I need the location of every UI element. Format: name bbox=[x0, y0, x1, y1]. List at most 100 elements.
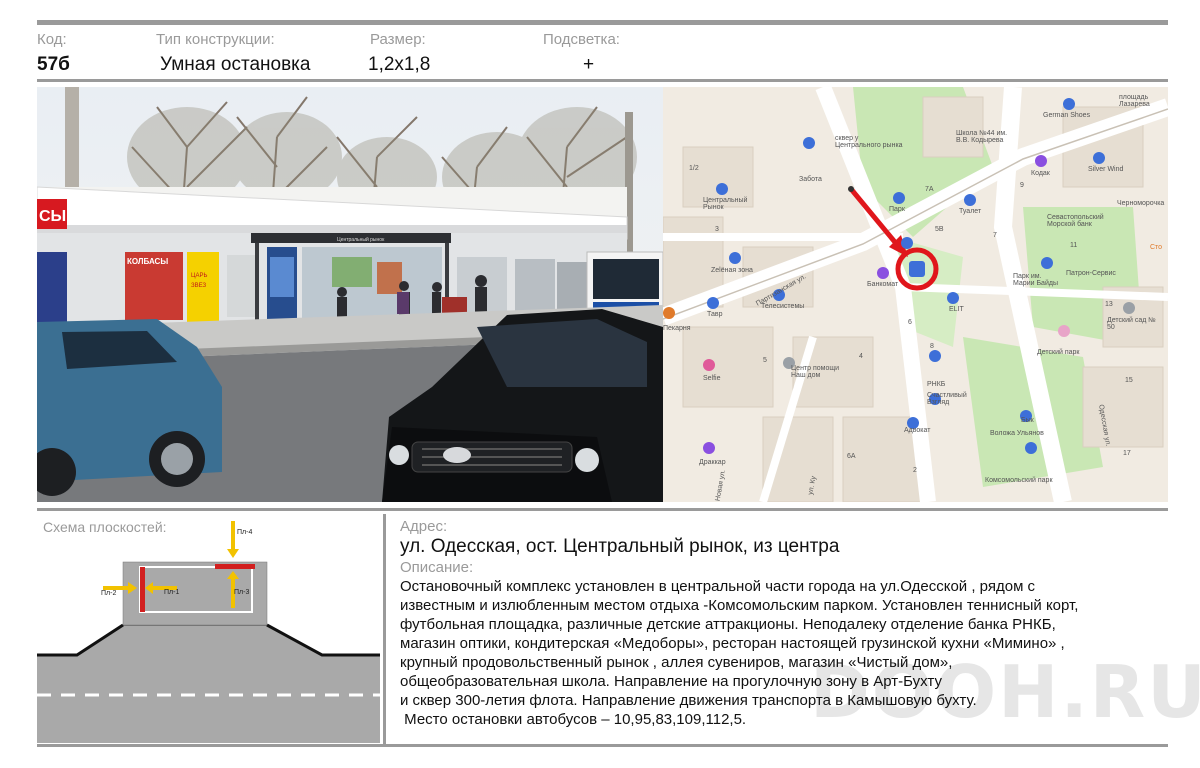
map-pin-icon bbox=[947, 292, 959, 304]
map-label: Адвокат bbox=[904, 427, 931, 434]
top-rule bbox=[37, 20, 1168, 25]
house-number: 5B bbox=[935, 226, 944, 233]
map-label: Бык bbox=[1021, 417, 1034, 424]
map-pin-icon bbox=[1041, 257, 1053, 269]
map-label: Детский сад № 50 bbox=[1107, 317, 1156, 331]
svg-text:Центральный рынок: Центральный рынок bbox=[337, 236, 385, 243]
type-label: Тип конструкции: bbox=[156, 31, 275, 48]
house-number: 15 bbox=[1125, 377, 1133, 384]
map-label: Центральный Рынок bbox=[703, 197, 748, 211]
map-label: Пекарня bbox=[663, 325, 691, 332]
map-label: Туалет bbox=[959, 208, 982, 215]
map-pin-icon bbox=[716, 183, 728, 195]
map-label: Парк bbox=[889, 206, 905, 213]
map-label: Драккар bbox=[699, 459, 726, 466]
description-label: Описание: bbox=[400, 559, 474, 576]
map-pin-icon bbox=[893, 192, 905, 204]
map-pin-icon bbox=[877, 267, 889, 279]
map-label: Черноморочка bbox=[1117, 200, 1165, 207]
description-line: магазин оптики, кондитерская «Медоборы»,… bbox=[400, 635, 1065, 652]
code-value: 57б bbox=[37, 54, 70, 75]
map-label: Парк им. Марии Байды bbox=[1013, 273, 1058, 287]
house-number: 8 bbox=[930, 343, 934, 350]
svg-text:КОЛБАСЫ: КОЛБАСЫ bbox=[127, 257, 168, 266]
code-label: Код: bbox=[37, 31, 67, 48]
map-pin-icon bbox=[1058, 325, 1070, 337]
map-label: German Shoes bbox=[1043, 112, 1091, 119]
map-label: площадь Лазарева bbox=[1119, 94, 1150, 108]
map-label: сквер у Центрального рынка bbox=[835, 135, 903, 149]
svg-text:ЗВЕЗ: ЗВЕЗ bbox=[191, 283, 206, 289]
info-block: Адрес: ул. Одесская, ост. Центральный ры… bbox=[400, 518, 1190, 729]
map-pin-icon bbox=[964, 194, 976, 206]
house-number: 1/2 bbox=[689, 165, 699, 172]
map-label: ELIT bbox=[949, 306, 964, 313]
house-number: 3 bbox=[715, 226, 719, 233]
map-label: Банкомат bbox=[867, 281, 899, 288]
house-number: 7 bbox=[993, 232, 997, 239]
description-line: Место остановки автобусов – 10,95,83,109… bbox=[400, 711, 747, 728]
plane-label-4: Пл-4 bbox=[237, 529, 253, 536]
description-line: известным и излюбленным местом отдыха -К… bbox=[400, 597, 1079, 614]
size-label: Размер: bbox=[370, 31, 426, 48]
house-number: 6 bbox=[908, 319, 912, 326]
address-label: Адрес: bbox=[400, 518, 448, 535]
address-value: ул. Одесская, ост. Центральный рынок, из… bbox=[400, 536, 840, 557]
description-line: крупный продовольственный рынок , аллея … bbox=[400, 654, 953, 671]
map-label: Детский парк bbox=[1037, 349, 1080, 356]
map-illustration bbox=[663, 87, 1168, 502]
map-pin-icon bbox=[663, 307, 675, 319]
map-label: Школа №44 им. В.В. Кодырева bbox=[956, 130, 1008, 144]
map-label: Zelёная зона bbox=[711, 267, 753, 274]
map-label: Кодак bbox=[1031, 170, 1050, 177]
house-number: 9 bbox=[1020, 182, 1024, 189]
car-logo-icon bbox=[443, 447, 471, 463]
type-value: Умная остановка bbox=[160, 54, 311, 75]
plane-label-3: Пл-3 bbox=[234, 589, 250, 596]
map-label: Воложа Ульянов bbox=[990, 430, 1044, 437]
map-label: Сто bbox=[1150, 244, 1163, 251]
planes-scheme: Схема плоскостей: Пл-1 Пл-2 Пл-3 Пл-4 bbox=[37, 513, 380, 743]
description-line: общеобразовательная школа. Направление н… bbox=[400, 673, 942, 690]
map-pin-icon bbox=[1025, 442, 1037, 454]
map-pin-icon bbox=[729, 252, 741, 264]
light-label: Подсветка: bbox=[543, 31, 620, 48]
street-photo: СЫ КОЛБАСЫ ЦАРЬ ЗВЕЗ Центральный рынок bbox=[37, 87, 663, 502]
map-pin-icon bbox=[703, 442, 715, 454]
description-line: Остановочный комплекс установлен в центр… bbox=[400, 578, 1036, 595]
plane-label-1: Пл-1 bbox=[164, 589, 180, 596]
description-line: и сквер 300-летия флота. Направление дви… bbox=[400, 692, 977, 709]
map-pin-icon bbox=[803, 137, 815, 149]
map-pin-icon bbox=[929, 350, 941, 362]
map-label: Забота bbox=[799, 176, 822, 183]
svg-text:СЫ: СЫ bbox=[39, 208, 66, 225]
house-number: 5 bbox=[763, 357, 767, 364]
light-value: + bbox=[583, 54, 595, 75]
map-label: Телесистемы bbox=[761, 303, 805, 310]
map-label: РНКБ bbox=[927, 381, 946, 388]
house-number: 4 bbox=[859, 353, 863, 360]
house-number: 2 bbox=[913, 467, 917, 474]
map-label: Selfie bbox=[703, 375, 721, 382]
map-label: Тавр bbox=[707, 311, 723, 318]
house-number: 17 bbox=[1123, 450, 1131, 457]
description-text: Остановочный комплекс установлен в центр… bbox=[400, 577, 1190, 729]
vertical-divider bbox=[383, 514, 386, 744]
house-number: 13 bbox=[1105, 301, 1113, 308]
size-value: 1,2х1,8 bbox=[368, 54, 431, 75]
location-map[interactable]: сквер у Центрального рынка Школа №44 им.… bbox=[663, 87, 1168, 502]
street-photo-illustration: СЫ КОЛБАСЫ ЦАРЬ ЗВЕЗ Центральный рынок bbox=[37, 87, 663, 502]
map-label: Счастливый Взгляд bbox=[927, 392, 967, 406]
map-pin-icon bbox=[703, 359, 715, 371]
map-pin-icon bbox=[707, 297, 719, 309]
map-label: Центр помощи Наш дом bbox=[791, 365, 840, 379]
middle-rule bbox=[37, 508, 1168, 511]
map-label: Патрон-Сервис bbox=[1066, 270, 1116, 277]
bottom-rule bbox=[37, 744, 1168, 747]
map-pin-icon bbox=[1123, 302, 1135, 314]
house-number: 7A bbox=[925, 186, 934, 193]
map-pin-icon bbox=[1093, 152, 1105, 164]
map-pin-icon bbox=[1035, 155, 1047, 167]
house-number: 6A bbox=[847, 453, 856, 460]
map-label: Silver Wind bbox=[1088, 166, 1124, 173]
